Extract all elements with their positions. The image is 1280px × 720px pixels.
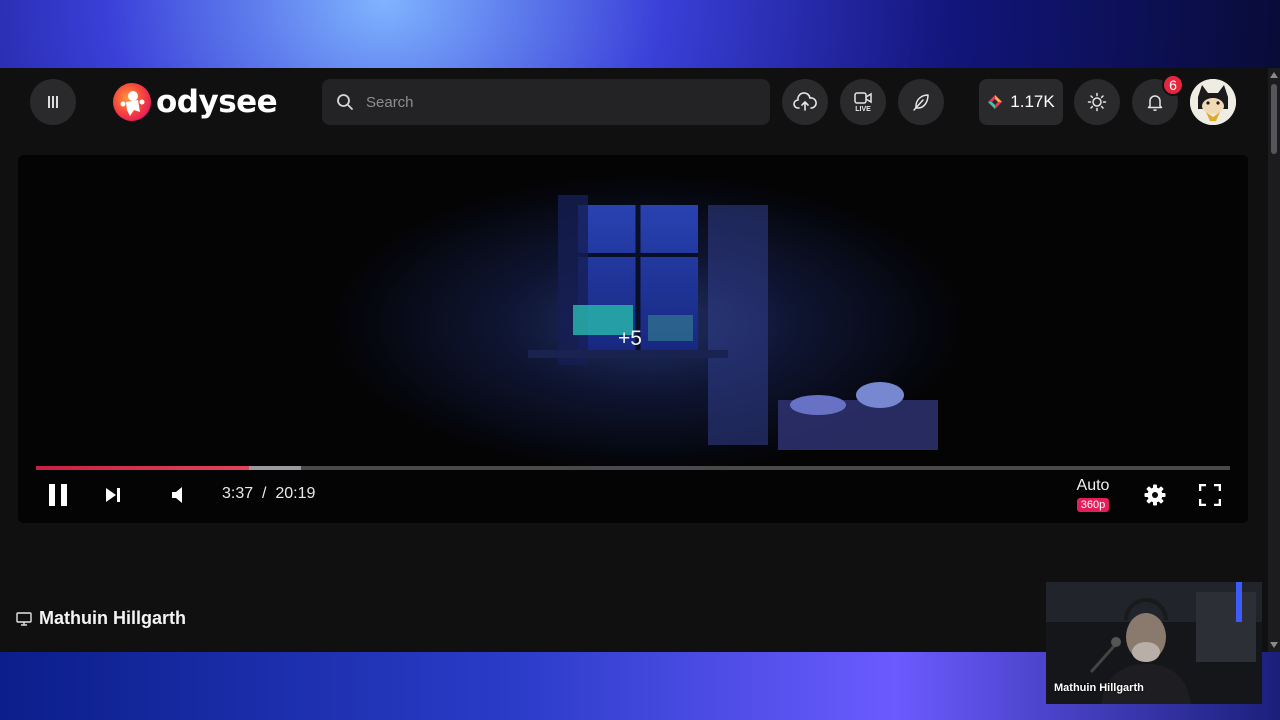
scroll-up-icon[interactable] [1270,72,1278,78]
publish-button[interactable] [898,79,944,125]
sun-icon [1087,92,1107,112]
quality-button[interactable]: Auto 360p [1073,477,1113,513]
pause-button[interactable] [44,481,72,509]
video-camera-icon [854,91,872,104]
channel-info[interactable]: Mathuin Hillgarth [16,608,186,629]
monitor-icon [16,611,32,626]
feather-icon [913,94,929,111]
skip-next-icon [106,488,120,502]
search-icon [337,94,353,110]
live-label: LIVE [855,105,871,113]
notification-count-badge: 6 [1162,74,1184,96]
pause-icon [49,484,67,506]
page-scrollbar[interactable] [1268,68,1280,652]
browser-window: odysee LIVE 1.17K [0,68,1268,652]
hamburger-icon [48,96,58,108]
go-live-button[interactable]: LIVE [840,79,886,125]
time-separator: / [262,485,267,502]
bell-icon [1147,95,1163,112]
lbc-credits-icon [988,95,1003,109]
progress-bar[interactable] [36,466,1230,470]
odysee-logo-icon [113,83,151,121]
next-button[interactable] [101,483,125,507]
fullscreen-icon [1199,484,1221,506]
cloud-upload-icon [793,92,817,111]
user-avatar[interactable] [1190,79,1236,125]
avatar-icon [1190,79,1236,125]
fullscreen-button[interactable] [1196,481,1224,509]
seek-forward-indicator: +5 [618,327,642,350]
quality-resolution-badge: 360p [1076,498,1110,512]
video-player[interactable]: +5 3:37 / 20:19 Auto 360p [18,155,1248,523]
time-display: 3:37 / 20:19 [222,485,315,503]
scrollbar-thumb[interactable] [1271,84,1277,154]
webcam-name-label: Mathuin Hillgarth [1054,682,1144,694]
channel-name[interactable]: Mathuin Hillgarth [39,608,186,629]
progress-played [36,466,249,470]
upload-button[interactable] [782,79,828,125]
duration: 20:19 [275,485,316,502]
mute-button[interactable] [166,483,190,507]
current-time: 3:37 [222,485,254,502]
quality-auto-label: Auto [1076,477,1110,494]
settings-button[interactable] [1141,481,1169,509]
odysee-logo[interactable]: odysee [112,82,278,122]
volume-icon [172,487,182,503]
scroll-down-icon[interactable] [1270,642,1278,648]
search-bar[interactable] [322,79,770,125]
credits-amount: 1.17K [1010,92,1055,111]
webcam-overlay: Mathuin Hillgarth [1046,582,1262,704]
wallet-balance-button[interactable]: 1.17K [979,79,1063,125]
theme-toggle-button[interactable] [1074,79,1120,125]
search-input[interactable] [364,92,748,112]
logo-text: odysee [156,84,278,120]
gear-icon [1144,484,1166,506]
menu-button[interactable] [30,79,76,125]
